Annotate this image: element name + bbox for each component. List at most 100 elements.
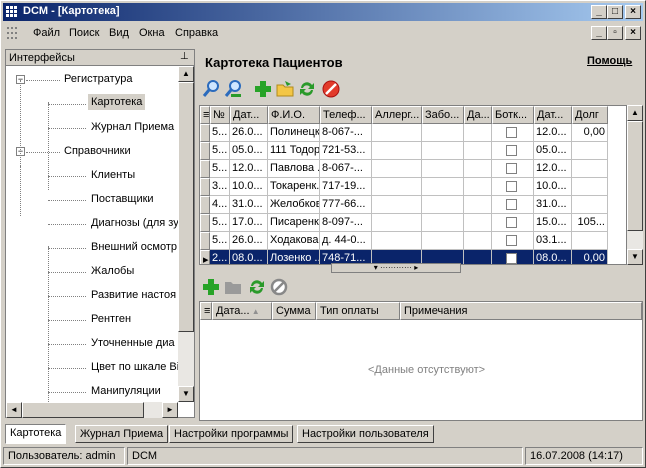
table-cell[interactable]: 31.0... [534,196,572,214]
tree-item-9[interactable]: Развитие настоя [91,289,176,301]
table-cell[interactable]: 4... [210,196,230,214]
tree-group-3[interactable]: Справочники [64,145,131,157]
column-header[interactable]: Сумма [272,302,316,320]
tab-0[interactable]: Картотека [5,424,67,444]
user-search-icon[interactable] [223,79,243,99]
add-icon[interactable] [253,79,273,99]
checkbox[interactable] [506,163,517,174]
table-cell[interactable] [492,232,534,250]
table-row[interactable]: 3... 10.0... Токаренк... 717-19... 10.0... [200,178,626,196]
search-icon[interactable] [201,79,221,99]
menu-view[interactable]: Вид [109,27,129,39]
close-button[interactable]: × [625,5,641,19]
table-cell[interactable] [572,142,608,160]
scroll-left-button[interactable]: ◄ [6,402,22,418]
tree-item-12[interactable]: Цвет по шкале Ві [91,361,178,373]
table-cell[interactable] [372,160,422,178]
table-cell[interactable] [464,232,492,250]
scroll-right-button[interactable]: ► [162,402,178,418]
table-cell[interactable]: 05.0... [534,142,572,160]
refresh-icon[interactable] [247,277,267,297]
table-row[interactable]: 5...26.0...Полинецк...8-067-... 12.0...0,… [200,124,626,142]
table-cell[interactable] [572,196,608,214]
checkbox[interactable] [506,127,517,138]
table-cell[interactable]: 105... [572,214,608,232]
table-cell[interactable] [422,160,464,178]
table-cell[interactable] [422,142,464,160]
maximize-button[interactable]: □ [607,5,623,19]
table-cell[interactable]: 12.0... [534,160,572,178]
table-cell[interactable] [422,196,464,214]
menu-windows[interactable]: Окна [139,27,165,39]
checkbox[interactable] [506,181,517,192]
table-cell[interactable] [422,178,464,196]
add-icon[interactable] [201,277,221,297]
table-cell[interactable]: 717-19... [320,178,372,196]
patients-grid[interactable]: ≡ № Дат... Ф.И.О. Телеф... Аллерг... Забо... Да… [199,105,627,265]
column-header[interactable]: Да... [464,106,492,124]
tab-2[interactable]: Настройки программы [169,425,294,443]
table-row[interactable]: 5...05.0...111 Тодор...721-53...05.0... [200,142,626,160]
tree-vertical-scrollbar[interactable]: ▲ ▼ [178,66,194,402]
menu-help[interactable]: Справка [175,27,218,39]
column-header[interactable]: Забо... [422,106,464,124]
table-cell[interactable]: Лозенко ... [268,250,320,264]
table-cell[interactable] [572,232,608,250]
table-cell[interactable] [492,160,534,178]
table-cell[interactable]: 17.0... [230,214,268,232]
row-indicator[interactable] [200,214,210,232]
scroll-down-button[interactable]: ▼ [178,386,194,402]
mdi-close-button[interactable]: × [625,26,641,40]
column-header[interactable]: Дата... ▲ [212,302,272,320]
title-bar[interactable]: DCM - [Картотека] _ □ × [3,3,643,21]
tree-item-10[interactable]: Рентген [91,313,131,325]
table-cell[interactable]: 12.0... [230,160,268,178]
table-cell[interactable] [464,178,492,196]
table-cell[interactable] [464,196,492,214]
table-cell[interactable] [492,178,534,196]
patients-vertical-scrollbar[interactable]: ▲ ▼ [627,105,643,265]
scroll-thumb[interactable] [178,82,194,332]
open-folder-icon[interactable] [275,79,295,99]
mdi-minimize-button[interactable]: _ [591,26,607,40]
table-cell[interactable]: 12.0... [534,124,572,142]
table-cell[interactable]: Ходакова ... [268,232,320,250]
table-cell[interactable] [372,178,422,196]
checkbox[interactable] [506,199,517,210]
table-cell[interactable] [372,232,422,250]
table-cell[interactable]: 10.0... [230,178,268,196]
table-cell[interactable]: 26.0... [230,232,268,250]
table-cell[interactable]: 2... [210,250,230,264]
refresh-icon[interactable] [297,79,317,99]
delete-icon[interactable] [321,79,341,99]
patients-horizontal-scroll-indicator[interactable]: ▾ ············ ▸ [331,263,461,273]
table-cell[interactable] [464,160,492,178]
table-cell[interactable]: 5... [210,142,230,160]
tab-3[interactable]: Настройки пользователя [297,425,434,443]
row-indicator[interactable] [200,178,210,196]
table-cell[interactable] [422,124,464,142]
table-row[interactable]: 5...26.0...Ходакова ...д. 44-0... 03.1... [200,232,626,250]
table-cell[interactable]: 08.0... [230,250,268,264]
menu-search[interactable]: Поиск [69,27,99,39]
table-cell[interactable]: 0,00 [572,250,608,264]
cancel-icon[interactable] [269,277,289,297]
table-row[interactable]: 5...17.0...Писаренк...8-097-... 15.0...10… [200,214,626,232]
row-indicator[interactable]: ▸ [200,250,210,264]
table-cell[interactable]: Желобков... [268,196,320,214]
help-link[interactable]: Помощь [587,55,632,67]
tree-item-13[interactable]: Манипуляции [91,385,161,397]
table-cell[interactable] [464,214,492,232]
table-cell[interactable] [464,142,492,160]
table-cell[interactable] [464,250,492,264]
tree-item-8[interactable]: Жалобы [91,265,134,277]
minimize-button[interactable]: _ [591,5,607,19]
tree-item-4[interactable]: Клиенты [91,169,135,181]
table-cell[interactable]: Токаренк... [268,178,320,196]
table-cell[interactable] [372,124,422,142]
table-cell[interactable]: Полинецк... [268,124,320,142]
table-cell[interactable]: 5... [210,124,230,142]
column-header[interactable]: Аллерг... [372,106,422,124]
row-indicator[interactable] [200,196,210,214]
table-cell[interactable]: 8-097-... [320,214,372,232]
